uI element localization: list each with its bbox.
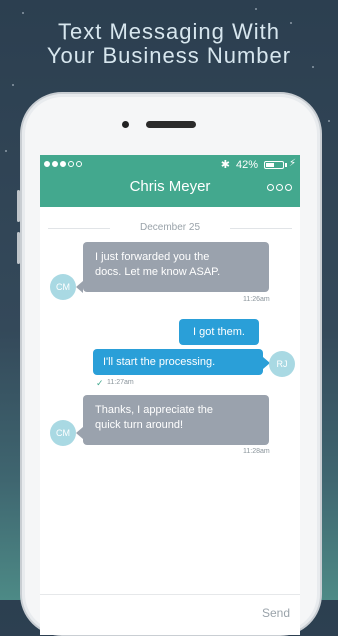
- star: [12, 84, 14, 86]
- app-header: ✱ 42% ⚡ Chris Meyer: [40, 155, 300, 207]
- message-timestamp: 11:28am: [243, 448, 270, 455]
- headline-line-2: Your Business Number: [46, 43, 292, 68]
- more-options-icon[interactable]: [267, 184, 292, 191]
- phone-frame: ✱ 42% ⚡ Chris Meyer December 25 CM I jus…: [20, 92, 322, 636]
- compose-bar: Send: [40, 594, 300, 635]
- message-bubble-outgoing[interactable]: I'll start the processing.: [93, 349, 263, 375]
- charging-icon: ⚡: [288, 158, 296, 169]
- contact-name: Chris Meyer: [129, 178, 211, 195]
- star: [22, 12, 24, 14]
- speaker-grille: [146, 121, 196, 128]
- message-bubble-incoming[interactable]: I just forwarded you the docs. Let me kn…: [83, 242, 269, 292]
- message-bubble-incoming[interactable]: Thanks, I appreciate the quick turn arou…: [83, 395, 269, 445]
- message-bubble-outgoing[interactable]: I got them.: [179, 319, 259, 345]
- star: [255, 8, 257, 10]
- headline-line-1: Text Messaging With: [58, 19, 280, 44]
- signal-strength-icon: [44, 161, 82, 167]
- delivered-check-icon: ✓: [96, 378, 104, 388]
- headline: Text Messaging With Your Business Number: [0, 20, 338, 68]
- avatar: RJ: [269, 351, 295, 377]
- avatar: CM: [50, 274, 76, 300]
- send-button[interactable]: Send: [262, 606, 290, 620]
- message-timestamp: 11:27am: [107, 379, 134, 386]
- phone-screen: ✱ 42% ⚡ Chris Meyer December 25 CM I jus…: [40, 155, 300, 635]
- avatar: CM: [50, 420, 76, 446]
- battery-icon: [264, 161, 284, 169]
- battery-percent: 42%: [235, 159, 258, 171]
- star: [328, 120, 330, 122]
- message-timestamp: 11:26am: [243, 296, 270, 303]
- status-bar: ✱ 42% ⚡: [44, 158, 296, 172]
- star: [5, 150, 7, 152]
- bluetooth-icon: ✱: [220, 159, 230, 171]
- camera-icon: [122, 121, 129, 128]
- date-divider: December 25: [40, 221, 300, 235]
